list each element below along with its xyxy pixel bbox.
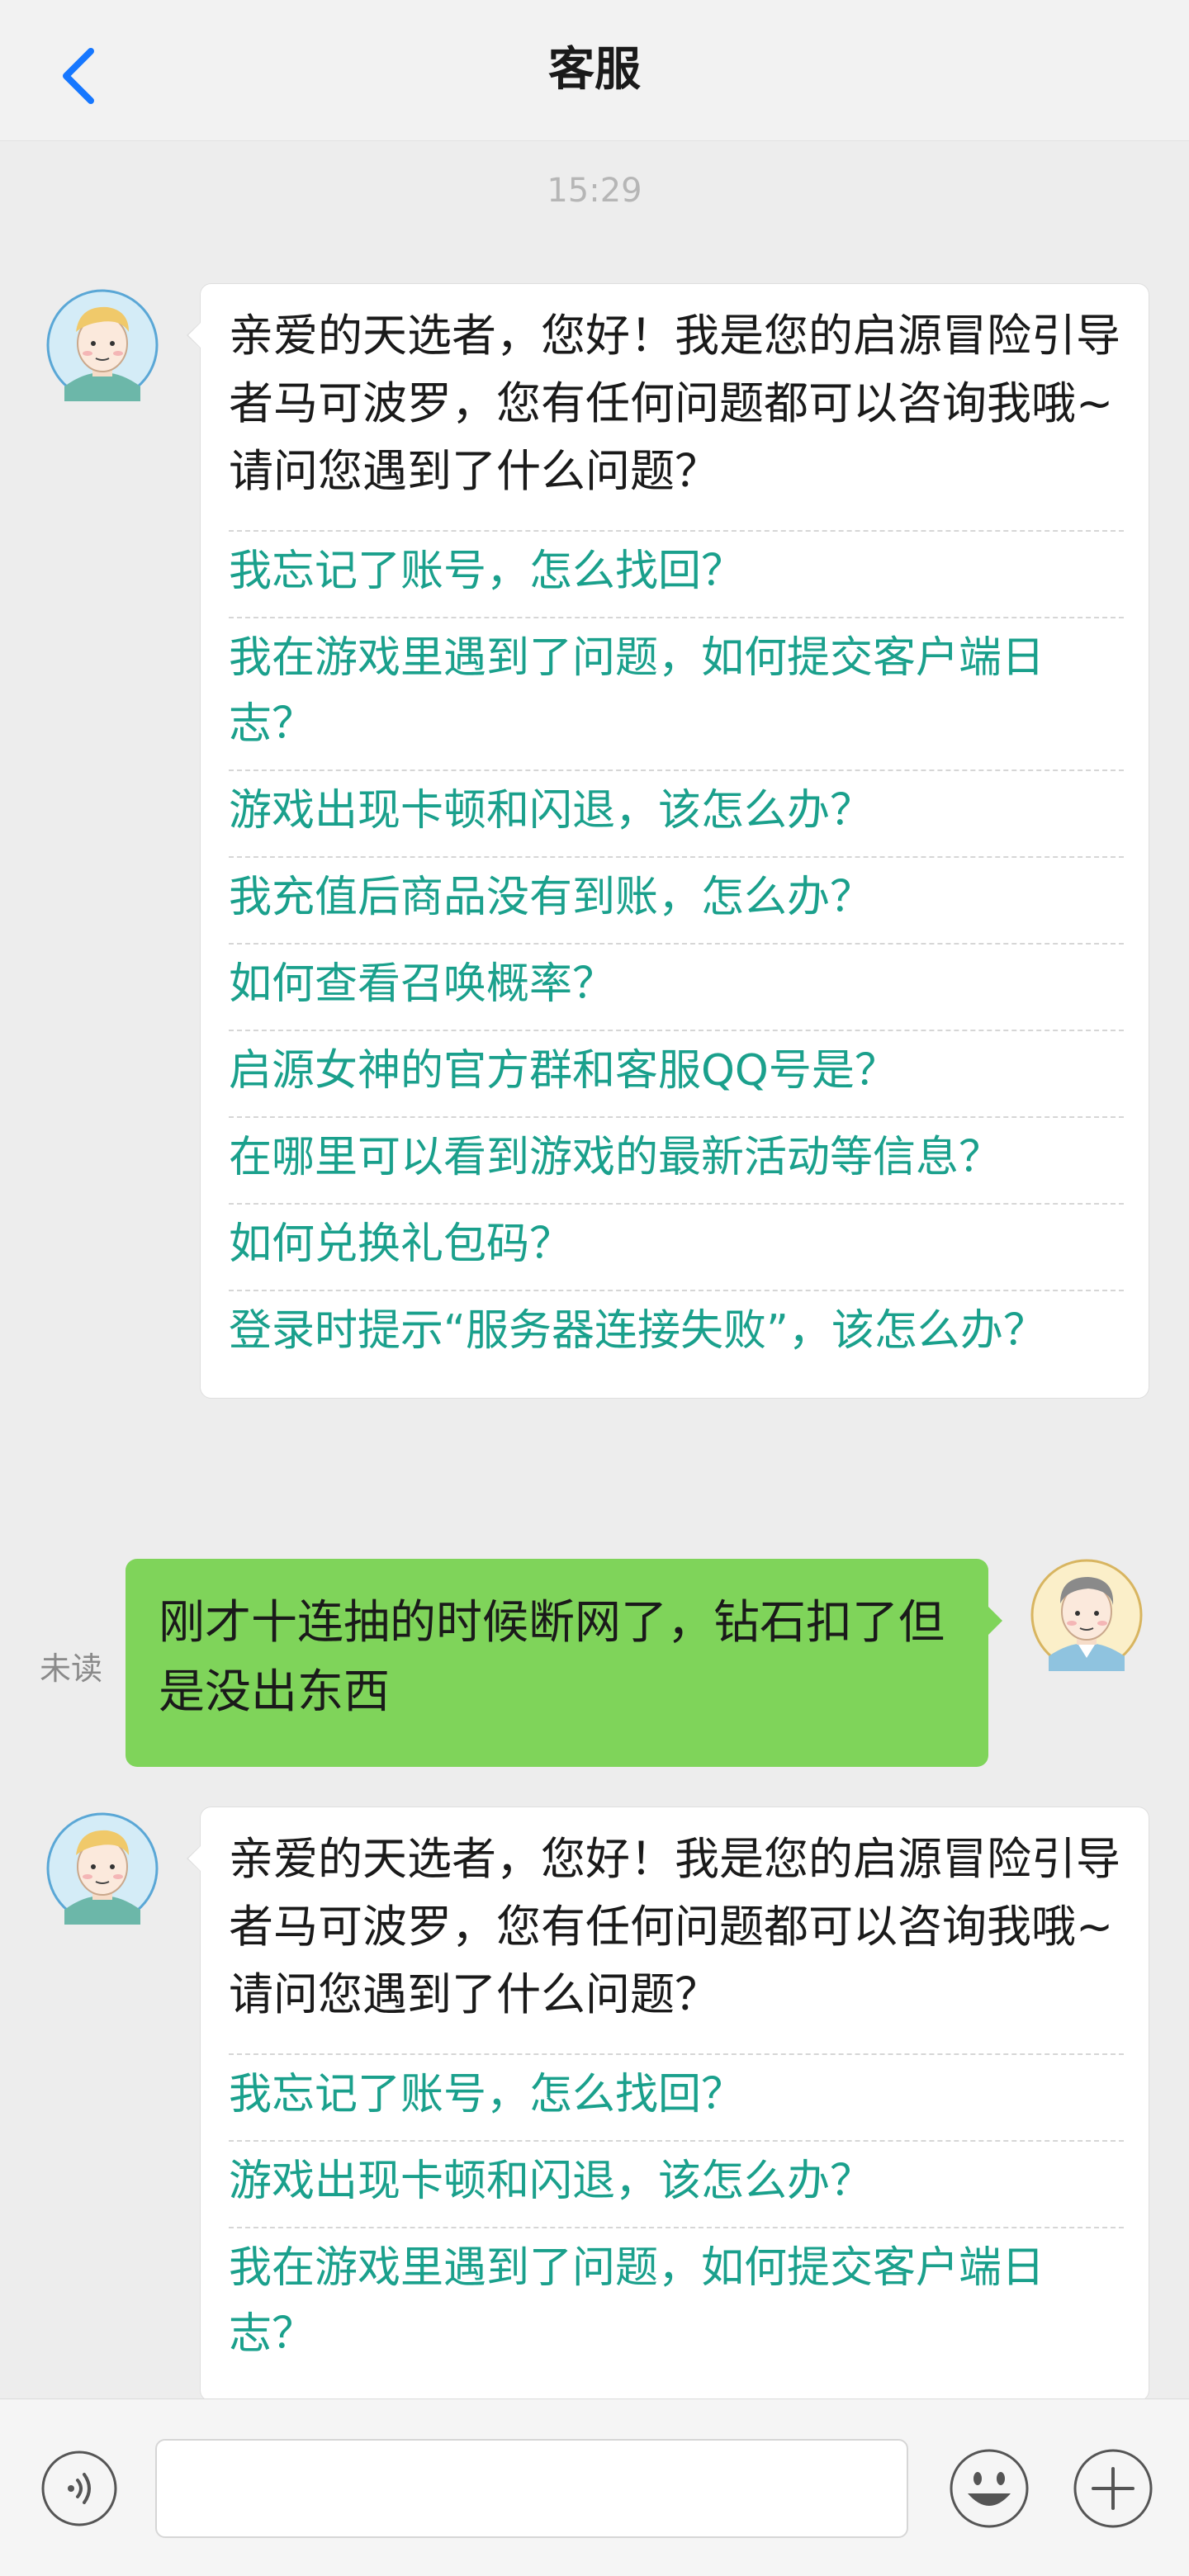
faq-link[interactable]: 登录时提示“服务器连接失败”，该怎么办？ [229,1290,1124,1376]
faq-link[interactable]: 游戏出现卡顿和闪退，该怎么办？ [229,2140,1124,2227]
faq-link[interactable]: 如何兑换礼包码？ [229,1203,1124,1290]
back-button[interactable] [54,43,104,109]
agent-greeting-text: 亲爱的天选者，您好！我是您的启源冒险引导者马可波罗，您有任何问题都可以咨询我哦~… [229,310,1120,497]
faq-link[interactable]: 我充值后商品没有到账，怎么办？ [229,856,1124,943]
user-message-bubble[interactable]: 刚才十连抽的时候断网了，钻石扣了但是没出东西 [126,1559,1002,1767]
page-title: 客服 [548,43,641,97]
faq-link[interactable]: 启源女神的官方群和客服QQ号是？ [229,1030,1124,1116]
voice-button[interactable] [40,2449,119,2528]
timestamp: 15:29 [547,172,642,210]
message-input[interactable] [155,2439,908,2538]
plus-icon [1073,2449,1153,2528]
agent-message-bubble: 亲爱的天选者，您好！我是您的启源冒险引导者马可波罗，您有任何问题都可以咨询我哦~… [187,283,1149,1399]
voice-icon [41,2451,117,2526]
agent-avatar[interactable] [46,289,159,401]
user-avatar[interactable] [1030,1559,1143,1671]
faq-link[interactable]: 我在游戏里遇到了问题，如何提交客户端日志？ [229,2227,1124,2379]
faq-link[interactable]: 我在游戏里遇到了问题，如何提交客户端日志？ [229,617,1124,769]
unread-status: 未读 [40,1650,103,1687]
agent-avatar[interactable] [46,1812,159,1925]
header: 客服 [0,0,1189,141]
emoji-icon [950,2449,1029,2528]
more-button[interactable] [1072,2447,1154,2530]
faq-link[interactable]: 我忘记了账号，怎么找回？ [229,530,1124,617]
agent-greeting-text: 亲爱的天选者，您好！我是您的启源冒险引导者马可波罗，您有任何问题都可以咨询我哦~… [229,1833,1120,2020]
chevron-left-icon [63,48,94,104]
faq-link[interactable]: 如何查看召唤概率？ [229,943,1124,1030]
chat-screen: 客服 15:29 亲爱的天选者，您好！我是您的启源冒险引导者马可波罗，您有任何问… [0,0,1189,2576]
faq-link[interactable]: 我忘记了账号，怎么找回？ [229,2053,1124,2140]
agent-message-bubble: 亲爱的天选者，您好！我是您的启源冒险引导者马可波罗，您有任何问题都可以咨询我哦~… [187,1807,1149,2402]
faq-link[interactable]: 游戏出现卡顿和闪退，该怎么办？ [229,769,1124,856]
emoji-button[interactable] [948,2447,1030,2530]
input-bar [0,2398,1189,2576]
faq-link[interactable]: 在哪里可以看到游戏的最新活动等信息？ [229,1116,1124,1203]
